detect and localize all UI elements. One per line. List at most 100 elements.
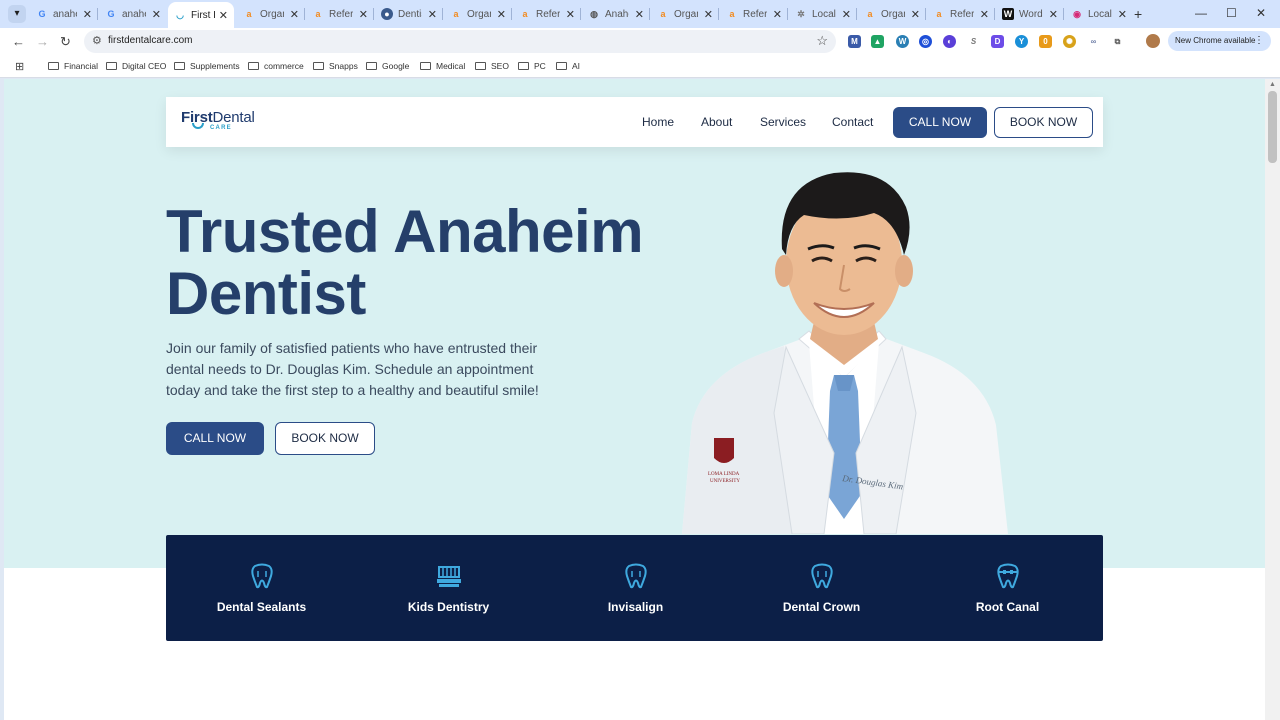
tab-10[interactable]: a Organ ✕ xyxy=(651,4,719,24)
folder-icon xyxy=(106,62,117,70)
close-tab-icon[interactable]: ✕ xyxy=(1118,8,1127,21)
d-ext-icon[interactable]: D xyxy=(991,35,1004,48)
bookmark-folder[interactable]: commerce xyxy=(248,61,304,71)
close-tab-icon[interactable]: ✕ xyxy=(497,8,506,21)
yoast-ext-icon[interactable]: Y xyxy=(1015,35,1028,48)
tab-9[interactable]: ◍ Anahe ✕ xyxy=(582,4,650,24)
service-kids-dentistry[interactable]: Kids Dentistry xyxy=(355,535,542,641)
tab-15[interactable]: W Word ✕ xyxy=(996,4,1064,24)
bookmark-folder[interactable]: Financial xyxy=(48,61,98,71)
bookmark-folder[interactable]: Snapps xyxy=(313,61,358,71)
bookmark-folder[interactable]: AI xyxy=(556,61,580,71)
tab-2[interactable]: G anahe ✕ xyxy=(99,4,167,24)
close-tab-icon[interactable]: ✕ xyxy=(566,8,575,21)
bookmark-star-icon[interactable]: ☆ xyxy=(816,33,828,49)
mail-ext-icon[interactable]: M xyxy=(848,35,861,48)
close-tab-icon[interactable]: ✕ xyxy=(635,8,644,21)
bookmark-folder[interactable]: Supplements xyxy=(174,61,240,71)
apps-grid-icon[interactable]: ⊞ xyxy=(15,60,24,73)
reload-icon[interactable]: ↻ xyxy=(60,34,71,50)
tab-11[interactable]: a Refer ✕ xyxy=(720,4,788,24)
close-tab-icon[interactable]: ✕ xyxy=(359,8,368,21)
nav-home[interactable]: Home xyxy=(642,115,674,129)
tab-8[interactable]: a Refer ✕ xyxy=(513,4,581,24)
puzzle-ext-icon[interactable]: ⧉ xyxy=(1111,35,1124,48)
close-tab-icon[interactable]: ✕ xyxy=(842,8,851,21)
tab-1[interactable]: G anahe ✕ xyxy=(30,4,98,24)
tab-6[interactable]: ● Dentis ✕ xyxy=(375,4,443,24)
semrush-ext-icon[interactable]: ◐ xyxy=(943,35,956,48)
folder-icon xyxy=(366,62,377,70)
close-tab-icon[interactable]: ✕ xyxy=(83,8,92,21)
s-ext-icon[interactable]: S xyxy=(967,35,980,48)
scrollbar-thumb[interactable] xyxy=(1268,91,1277,163)
forward-icon[interactable]: → xyxy=(36,34,49,49)
maximize-icon[interactable]: ☐ xyxy=(1226,6,1237,20)
similarweb-ext-icon[interactable]: ◎ xyxy=(919,35,932,48)
page-scrollbar[interactable]: ▲ xyxy=(1265,79,1280,720)
ahrefs-icon: a xyxy=(729,9,735,19)
close-tab-icon[interactable]: ✕ xyxy=(219,9,228,22)
bookmark-folder[interactable]: Medical xyxy=(420,61,465,71)
close-tab-icon[interactable]: ✕ xyxy=(1049,8,1058,21)
close-tab-icon[interactable]: ✕ xyxy=(911,8,920,21)
service-invisalign[interactable]: Invisalign xyxy=(542,535,729,641)
service-dental-crown[interactable]: Dental Crown xyxy=(728,535,915,641)
doctor-portrait-image: LOMA LINDA UNIVERSITY Dr. Douglas Kim xyxy=(682,172,1008,534)
nav-about[interactable]: About xyxy=(701,115,732,129)
drive-ext-icon[interactable]: ▲ xyxy=(871,35,884,48)
bookmarks-bar: ⊞ Financial Digital CEO Supplements comm… xyxy=(0,56,1280,78)
minimize-icon[interactable]: — xyxy=(1195,6,1207,20)
ahrefs-icon: a xyxy=(453,9,459,19)
ahrefs-icon: a xyxy=(660,9,666,19)
tab-13[interactable]: a Organ ✕ xyxy=(858,4,926,24)
close-tab-icon[interactable]: ✕ xyxy=(773,8,782,21)
nav-services[interactable]: Services xyxy=(760,115,806,129)
tab-active-first-dental[interactable]: ◡ First D ✕ xyxy=(168,2,234,28)
close-tab-icon[interactable]: ✕ xyxy=(704,8,713,21)
wp-ext-icon[interactable]: W xyxy=(896,35,909,48)
site-logo[interactable]: FirstDental CARE xyxy=(181,109,255,131)
window-close-icon[interactable]: ✕ xyxy=(1256,6,1266,20)
more-menu-icon[interactable]: ⋮ xyxy=(1254,31,1264,51)
address-bar[interactable]: ⚙ firstdentalcare.com ☆ xyxy=(84,30,836,53)
hero-call-now-button[interactable]: CALL NOW xyxy=(166,422,264,455)
tab-14[interactable]: a Refer ✕ xyxy=(927,4,995,24)
tab-5[interactable]: a Refer ✕ xyxy=(306,4,374,24)
ahrefs-icon: a xyxy=(936,9,942,19)
header-book-now-button[interactable]: BOOK NOW xyxy=(994,107,1093,138)
update-chrome-chip[interactable]: New Chrome available ⋮ xyxy=(1168,31,1271,51)
service-root-canal[interactable]: Root Canal xyxy=(914,535,1101,641)
url-text[interactable]: firstdentalcare.com xyxy=(108,35,192,46)
bookmark-folder[interactable]: Google xyxy=(366,61,409,71)
tab-search-button[interactable]: ▾ xyxy=(8,5,26,23)
service-dental-sealants[interactable]: Dental Sealants xyxy=(168,535,355,641)
toothbrush-icon xyxy=(437,566,461,587)
scroll-up-icon[interactable]: ▲ xyxy=(1269,81,1276,88)
tab-12[interactable]: ✲ Local ✕ xyxy=(789,4,857,24)
site-info-icon[interactable]: ⚙ xyxy=(92,34,102,47)
close-tab-icon[interactable]: ✕ xyxy=(428,8,437,21)
hero-book-now-button[interactable]: BOOK NOW xyxy=(275,422,375,455)
folder-icon xyxy=(48,62,59,70)
back-icon[interactable]: ← xyxy=(12,34,25,49)
tab-7[interactable]: a Organ ✕ xyxy=(444,4,512,24)
bookmark-folder[interactable]: PC xyxy=(518,61,546,71)
bookmark-folder[interactable]: SEO xyxy=(475,61,509,71)
new-tab-button[interactable]: + xyxy=(1134,6,1142,22)
tab-4[interactable]: a Organ ✕ xyxy=(237,4,305,24)
tooth-braces-icon xyxy=(997,563,1019,589)
tab-16[interactable]: ◉ Local ✕ xyxy=(1065,4,1133,24)
close-tab-icon[interactable]: ✕ xyxy=(152,8,161,21)
google-icon: G xyxy=(107,9,115,19)
link-ext-icon[interactable]: ∞ xyxy=(1087,35,1100,48)
instagram-icon: ◉ xyxy=(1073,9,1081,19)
bookmark-folder[interactable]: Digital CEO xyxy=(106,61,166,71)
nav-contact[interactable]: Contact xyxy=(832,115,873,129)
sun-ext-icon[interactable]: ✺ xyxy=(1063,35,1076,48)
close-tab-icon[interactable]: ✕ xyxy=(290,8,299,21)
profile-avatar[interactable] xyxy=(1146,34,1160,48)
close-tab-icon[interactable]: ✕ xyxy=(980,8,989,21)
badge-ext-icon[interactable]: 0 xyxy=(1039,35,1052,48)
header-call-now-button[interactable]: CALL NOW xyxy=(893,107,987,138)
